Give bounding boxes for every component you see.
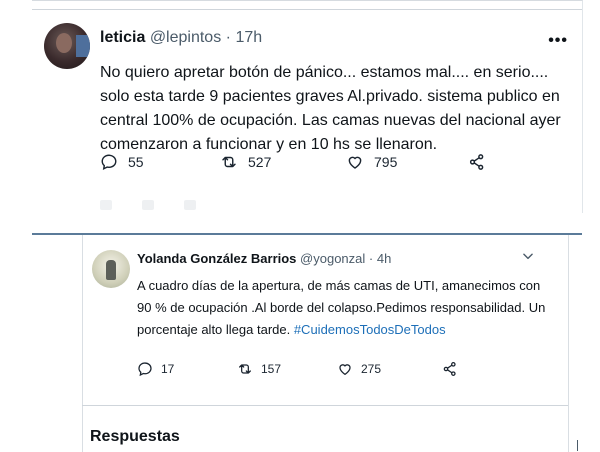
tweet-card-yolanda[interactable]: Yolanda González Barrios @yogonzal · 4h … bbox=[32, 233, 582, 452]
separator-dot: · bbox=[225, 29, 231, 46]
like-count: 795 bbox=[374, 154, 398, 170]
more-horizontal-icon[interactable]: ••• bbox=[548, 32, 568, 50]
avatar[interactable] bbox=[44, 23, 90, 69]
display-name[interactable]: Yolanda González Barrios bbox=[137, 251, 296, 266]
user-handle[interactable]: @yogonzal bbox=[300, 251, 365, 266]
timestamp[interactable]: 4h bbox=[377, 251, 391, 266]
reply-button[interactable]: 17 bbox=[137, 361, 174, 377]
like-button[interactable]: 795 bbox=[346, 153, 397, 171]
replies-heading: Respuestas bbox=[90, 428, 180, 445]
heart-icon bbox=[339, 364, 351, 375]
retweet-icon bbox=[239, 364, 251, 374]
faded-action-row bbox=[100, 197, 560, 213]
tweet-header: leticia @lepintos · 17h bbox=[100, 29, 262, 47]
avatar-background-sign bbox=[76, 35, 90, 57]
display-name[interactable]: leticia bbox=[100, 29, 145, 46]
heart-icon bbox=[348, 156, 362, 169]
reply-icon bbox=[138, 362, 152, 377]
share-button[interactable] bbox=[468, 153, 486, 171]
tweet-header: Yolanda González Barrios @yogonzal · 4h bbox=[137, 251, 391, 266]
share-button[interactable] bbox=[442, 361, 458, 377]
retweet-button[interactable]: 157 bbox=[237, 361, 281, 377]
reply-icon bbox=[101, 154, 117, 171]
retweet-button[interactable]: 527 bbox=[220, 153, 271, 171]
reply-count: 17 bbox=[161, 362, 175, 376]
share-icon bbox=[443, 362, 456, 376]
chevron-down-icon[interactable] bbox=[521, 249, 535, 266]
user-handle[interactable]: @lepintos bbox=[150, 29, 221, 46]
retweet-count: 157 bbox=[261, 362, 282, 376]
edge-mark bbox=[577, 440, 578, 451]
tweet-text: A cuadro días de la apertura, de más cam… bbox=[137, 275, 547, 341]
tweet-actions: 55 527 795 bbox=[100, 153, 560, 177]
tweet-text: No quiero apretar botón de pánico... est… bbox=[100, 64, 561, 153]
avatar[interactable] bbox=[92, 250, 130, 288]
like-count: 275 bbox=[361, 362, 382, 376]
tweet-actions: 17 157 275 bbox=[137, 361, 497, 383]
separator-dot: · bbox=[368, 251, 374, 266]
hashtag-link[interactable]: #CuidemosTodosDeTodos bbox=[294, 322, 446, 337]
retweet-icon bbox=[222, 156, 236, 168]
reply-button[interactable]: 55 bbox=[100, 153, 144, 171]
avatar-figure bbox=[106, 260, 116, 280]
section-divider bbox=[82, 405, 568, 406]
reply-count: 55 bbox=[128, 154, 144, 170]
top-divider bbox=[32, 9, 582, 10]
column-border-left bbox=[82, 235, 83, 452]
tweet-card-leticia[interactable]: leticia @lepintos · 17h ••• No quiero ap… bbox=[32, 0, 583, 213]
retweet-count: 527 bbox=[248, 154, 272, 170]
column-border-right bbox=[568, 235, 569, 452]
like-button[interactable]: 275 bbox=[337, 361, 381, 377]
avatar-face bbox=[56, 33, 72, 53]
share-icon bbox=[469, 154, 484, 170]
timestamp[interactable]: 17h bbox=[235, 29, 262, 46]
